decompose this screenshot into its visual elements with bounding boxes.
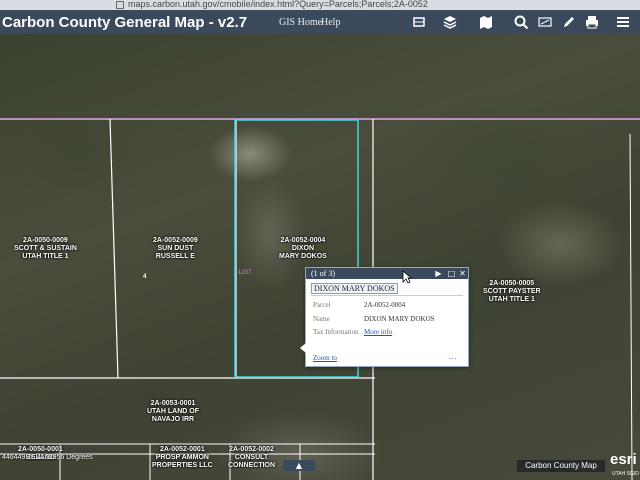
more-info-link[interactable]: More info: [364, 328, 392, 336]
popup-count: (1 of 3): [311, 269, 335, 278]
parcel-owner: UTAH LAND OF: [147, 408, 199, 415]
parcel-owner: DIXON: [291, 245, 314, 252]
parcel-extra: RUSSELL E: [155, 253, 195, 260]
print-button[interactable]: [581, 12, 603, 32]
esri-logo: esri: [610, 451, 637, 468]
field-value-parcel: 2A-0052-0004: [364, 301, 406, 309]
parcel-id: 2A-0050-0005: [489, 280, 535, 287]
maximize-icon: □: [447, 269, 456, 278]
parcel-owner: SCOTT PAYSTER: [483, 288, 541, 295]
basemap-button[interactable]: [475, 12, 497, 32]
parcel-owner: SCOTT & SUSTAIN: [14, 245, 77, 252]
popup-title: DIXON MARY DOKOS: [311, 283, 398, 294]
measure-icon: [538, 17, 552, 27]
parcel-label[interactable]: 2A-0053-0001 UTAH LAND OF NAVAJO IRR: [147, 400, 199, 424]
popup-header: (1 of 3) ▶ □ ✕: [306, 268, 468, 279]
zoom-to-link[interactable]: Zoom to: [313, 354, 337, 362]
field-label-name: Name: [313, 315, 330, 323]
map-canvas[interactable]: 2A-0050-0009 SCOTT & SUSTAIN UTAH TITLE …: [0, 34, 640, 480]
attribute-toggle-button[interactable]: ▲: [283, 460, 315, 471]
close-popup-button[interactable]: ✕: [458, 269, 467, 278]
field-label-tax: Tax Information: [313, 328, 359, 336]
menu-button[interactable]: [612, 12, 634, 32]
parcel-id: 2A-0052-0004: [280, 237, 326, 244]
next-feature-button[interactable]: ▶: [434, 269, 443, 278]
info-popup[interactable]: (1 of 3) ▶ □ ✕ DIXON MARY DOKOS Parcel 2…: [300, 267, 469, 367]
map-credit: UTAH SGID: [612, 471, 639, 477]
gis-home-link[interactable]: GIS Home: [279, 17, 322, 28]
app-header: Carbon County General Map - v2.7 GIS Hom…: [0, 10, 640, 34]
pencil-icon: [564, 17, 574, 27]
parcel-id: 2A-0052-0009: [153, 237, 198, 244]
basemap-label-button[interactable]: Carbon County Map: [517, 460, 605, 472]
layers-icon: [413, 17, 425, 27]
chevron-up-icon: ▲: [295, 461, 303, 470]
divider: [311, 295, 463, 296]
parcel-id: 2A-0052-0001: [159, 446, 205, 453]
parcel-extra: PROPERTIES LLC: [152, 462, 213, 469]
app-title: Carbon County General Map - v2.7: [2, 14, 248, 31]
search-icon: [514, 15, 529, 30]
maximize-button[interactable]: □: [447, 269, 456, 278]
play-icon: ▶: [435, 269, 442, 278]
search-button[interactable]: [510, 12, 532, 32]
lot-number-label: 1207: [238, 270, 252, 276]
draw-button[interactable]: [558, 12, 580, 32]
mouse-cursor-icon: [402, 270, 412, 284]
map-marker-number: 4: [143, 274, 147, 280]
parcel-label[interactable]: 2A-0050-0009 SCOTT & SUSTAIN UTAH TITLE …: [14, 237, 77, 261]
map-icon: [480, 16, 492, 29]
coordinate-readout: 446449.26 4103956 Degrees: [2, 454, 93, 461]
parcel-owner: SUN DUST: [157, 245, 194, 252]
layers-button[interactable]: [408, 12, 430, 32]
parcel-label[interactable]: 2A-0050-0005 SCOTT PAYSTER UTAH TITLE 1: [483, 280, 541, 304]
parcel-extra: NAVAJO IRR: [151, 416, 195, 423]
parcel-id: 2A-0050-0001: [18, 446, 63, 453]
parcel-extra: UTAH TITLE 1: [22, 253, 69, 260]
parcel-extra: MARY DOKOS: [279, 253, 327, 260]
stack-button[interactable]: [439, 12, 461, 32]
parcel-extra: CONNECTION: [228, 462, 276, 469]
parcel-id: 2A-0052-0002: [229, 446, 274, 453]
help-link[interactable]: Help: [321, 17, 340, 28]
parcel-owner: PROSP AMMON: [155, 454, 209, 461]
parcel-label[interactable]: 2A-0052-0004 DIXON MARY DOKOS: [279, 237, 327, 261]
url-text[interactable]: maps.carbon.utah.gov/cmobile/index.html?…: [128, 0, 428, 9]
parcel-id: 2A-0053-0001: [150, 400, 196, 407]
stack-icon: [443, 16, 457, 29]
parcel-owner: CONSULT: [234, 454, 269, 461]
measure-button[interactable]: [534, 12, 556, 32]
parcel-id: 2A-0050-0009: [23, 237, 68, 244]
print-icon: [586, 16, 598, 29]
browser-address-bar[interactable]: maps.carbon.utah.gov/cmobile/index.html?…: [0, 0, 640, 10]
parcel-label[interactable]: 2A-0052-0009 SUN DUST RUSSELL E: [153, 237, 198, 261]
parcel-label[interactable]: 2A-0052-0001 PROSP AMMON PROPERTIES LLC: [152, 446, 213, 470]
parcel-label[interactable]: 2A-0052-0002 CONSULT CONNECTION: [228, 446, 275, 470]
parcel-extra: UTAH TITLE 1: [488, 296, 535, 303]
lock-icon: [116, 1, 124, 9]
more-actions-button[interactable]: ...: [449, 352, 457, 361]
popup-pointer: [300, 343, 306, 353]
menu-icon: [617, 17, 629, 27]
field-label-parcel: Parcel: [313, 301, 331, 309]
field-value-name: DIXON MARY DOKOS: [364, 315, 435, 323]
close-icon: ✕: [459, 269, 466, 278]
